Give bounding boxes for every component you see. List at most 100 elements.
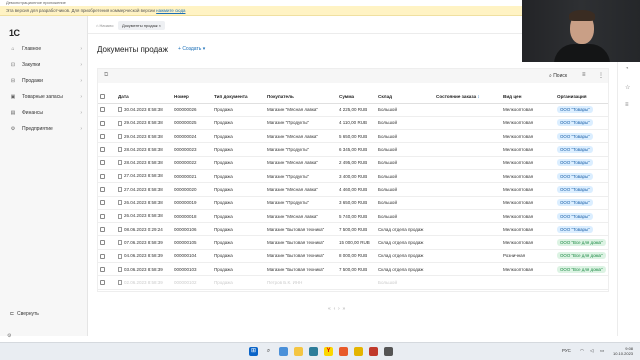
search-button[interactable]: ⌕ Поиск xyxy=(549,73,567,79)
cell-price-type xyxy=(501,275,555,290)
sidebar-item-main[interactable]: ⌂ Главное › xyxy=(10,44,82,54)
bell-icon[interactable]: ◔ xyxy=(625,66,629,72)
table-row[interactable]: 30.04.2023 8:58:38 000000026 Продажа Магази… xyxy=(98,103,608,117)
pagination[interactable]: « ‹ › » xyxy=(328,306,345,312)
table-row[interactable]: 07.06.2023 8:58:39 000000105 Продажа Магази… xyxy=(98,235,608,250)
cell-order-state xyxy=(434,142,501,157)
warning-link[interactable]: нажмите сюда xyxy=(156,8,185,13)
cell-sum xyxy=(337,275,376,290)
cell-sum-value: 4 460,00 xyxy=(339,186,357,192)
table-row[interactable]: 29.04.2023 8:58:38 000000024 Продажа Магази… xyxy=(98,129,608,144)
cell-doc-type: Продажа xyxy=(212,196,265,210)
tab-home[interactable]: ⌂ Начало xyxy=(92,21,117,30)
column-header-order-state[interactable]: Состояние заказа ↕ xyxy=(434,91,501,104)
row-checkbox[interactable] xyxy=(98,103,116,117)
select-all-checkbox[interactable] xyxy=(98,91,116,104)
file-explorer-icon[interactable] xyxy=(294,347,303,356)
sidebar-item-purchases[interactable]: ⊡ Закупки › xyxy=(10,60,82,70)
wifi-icon[interactable]: ◠ xyxy=(580,348,584,354)
task-view-icon[interactable] xyxy=(279,347,288,356)
document-icon xyxy=(118,133,122,139)
cell-order-state xyxy=(434,262,501,277)
sidebar-item-finance[interactable]: ▤ Финансы › xyxy=(10,108,82,118)
first-page-icon[interactable]: « xyxy=(328,306,331,312)
table-row[interactable]: 28.04.2023 8:58:38 000000022 Продажа Магази… xyxy=(98,156,608,170)
star-icon[interactable]: ☆ xyxy=(625,84,630,91)
column-header-number[interactable]: Номер xyxy=(172,91,212,104)
last-page-icon[interactable]: » xyxy=(342,306,345,312)
cell-sum-value: 5 650,00 xyxy=(339,133,357,139)
cell-date: 07.06.2023 8:58:39 xyxy=(116,235,172,250)
app-icon[interactable] xyxy=(384,347,393,356)
table-row[interactable]: 04.06.2023 8:58:39 000000104 Продажа Магази… xyxy=(98,249,608,264)
row-checkbox[interactable] xyxy=(98,275,116,290)
search-icon: ⌕ xyxy=(549,73,552,79)
row-checkbox[interactable] xyxy=(98,222,116,237)
volume-icon[interactable]: ◁ xyxy=(590,348,593,354)
collapse-label: Свернуть xyxy=(16,311,39,317)
row-checkbox[interactable] xyxy=(98,116,116,131)
cell-number: 000000024 xyxy=(172,129,212,144)
1c-icon[interactable] xyxy=(354,347,363,356)
column-header-warehouse[interactable]: Склад xyxy=(376,91,434,104)
cell-organization: ООО "Товары" xyxy=(555,116,608,131)
collapse-sidebar-button[interactable]: ⊏ Свернуть xyxy=(10,311,39,317)
app-icon[interactable] xyxy=(339,347,348,356)
copy-icon[interactable]: ⧉ xyxy=(104,72,108,79)
settings-icon[interactable]: ⚙ xyxy=(7,333,11,339)
row-checkbox[interactable] xyxy=(98,262,116,277)
tab-sales-documents[interactable]: Документы продаж × xyxy=(118,21,165,30)
cell-organization: ООО "Товары" xyxy=(555,129,608,144)
cell-sum: 3 650,00 RUB xyxy=(337,196,376,210)
clock[interactable]: 9:08 10.10.2023 xyxy=(613,346,633,356)
sidebar-item-sales[interactable]: ⊟ Продажи › xyxy=(10,76,82,86)
cell-organization: ООО "Товары" xyxy=(555,156,608,170)
create-button[interactable]: + Создать ▾ xyxy=(178,46,205,52)
column-header-date[interactable]: Дата xyxy=(116,91,172,104)
row-checkbox[interactable] xyxy=(98,156,116,170)
table-row[interactable]: 03.06.2023 8:58:39 000000103 Продажа Магази… xyxy=(98,262,608,277)
language-indicator[interactable]: РУС xyxy=(562,348,571,353)
table-row[interactable]: 08.06.2023 0:29:24 000000106 Продажа Магази… xyxy=(98,222,608,237)
app-icon[interactable] xyxy=(369,347,378,356)
column-header-sum[interactable]: Сумма xyxy=(337,91,376,104)
app-icon[interactable] xyxy=(309,347,318,356)
filter-icon[interactable]: ≡ xyxy=(582,72,586,78)
sidebar-item-enterprise[interactable]: ⚙ Предприятие › xyxy=(10,124,82,134)
cell-doc-type: Продажа xyxy=(212,249,265,264)
search-icon[interactable]: ⌕ xyxy=(264,347,273,356)
prev-page-icon[interactable]: ‹ xyxy=(334,306,336,312)
column-header-organization[interactable]: Организация xyxy=(555,91,608,104)
battery-icon[interactable]: ▭ xyxy=(600,348,604,354)
column-header-buyer[interactable]: Покупатель xyxy=(265,91,337,104)
cell-price-type: Мелкооптовая xyxy=(501,182,555,197)
table-row[interactable]: 29.04.2023 8:58:38 000000025 Продажа Магази… xyxy=(98,116,608,131)
row-checkbox[interactable] xyxy=(98,182,116,197)
row-checkbox[interactable] xyxy=(98,235,116,250)
row-checkbox[interactable] xyxy=(98,142,116,157)
menu-icon[interactable]: ≡ xyxy=(625,102,629,108)
row-checkbox[interactable] xyxy=(98,169,116,184)
start-icon[interactable]: ⊞ xyxy=(249,347,258,356)
table-row[interactable]: 28.04.2023 8:58:38 000000023 Продажа Магази… xyxy=(98,142,608,157)
table-row[interactable]: 27.04.2023 8:58:38 000000021 Продажа Магази… xyxy=(98,169,608,184)
sidebar-item-inventory[interactable]: ▣ Товарные запасы › xyxy=(10,92,82,102)
close-icon[interactable]: × xyxy=(159,23,161,28)
tab-label: Документы продаж xyxy=(122,23,158,28)
table-row[interactable]: 26.04.2023 8:58:38 000000018 Продажа Магази… xyxy=(98,209,608,224)
table-row[interactable]: 26.04.2023 8:58:38 000000019 Продажа Магази… xyxy=(98,196,608,210)
yandex-browser-icon[interactable]: Y xyxy=(324,347,333,356)
table-row[interactable]: 27.04.2023 8:58:38 000000020 Продажа Магази… xyxy=(98,182,608,197)
column-header-price-type[interactable]: Вид цен xyxy=(501,91,555,104)
column-header-doc-type[interactable]: Тип документа xyxy=(212,91,265,104)
cell-number: 000000104 xyxy=(172,249,212,264)
row-checkbox[interactable] xyxy=(98,196,116,210)
cell-doc-type: Продажа xyxy=(212,129,265,144)
row-checkbox[interactable] xyxy=(98,209,116,224)
table-row[interactable]: 02.06.2023 8:58:39 000000102 Продажа Петров… xyxy=(98,275,608,290)
cell-date: 29.04.2023 8:58:38 xyxy=(116,129,172,144)
next-page-icon[interactable]: › xyxy=(338,306,340,312)
row-checkbox[interactable] xyxy=(98,249,116,264)
row-checkbox[interactable] xyxy=(98,129,116,144)
more-options-icon[interactable]: ⋮ xyxy=(598,72,604,79)
